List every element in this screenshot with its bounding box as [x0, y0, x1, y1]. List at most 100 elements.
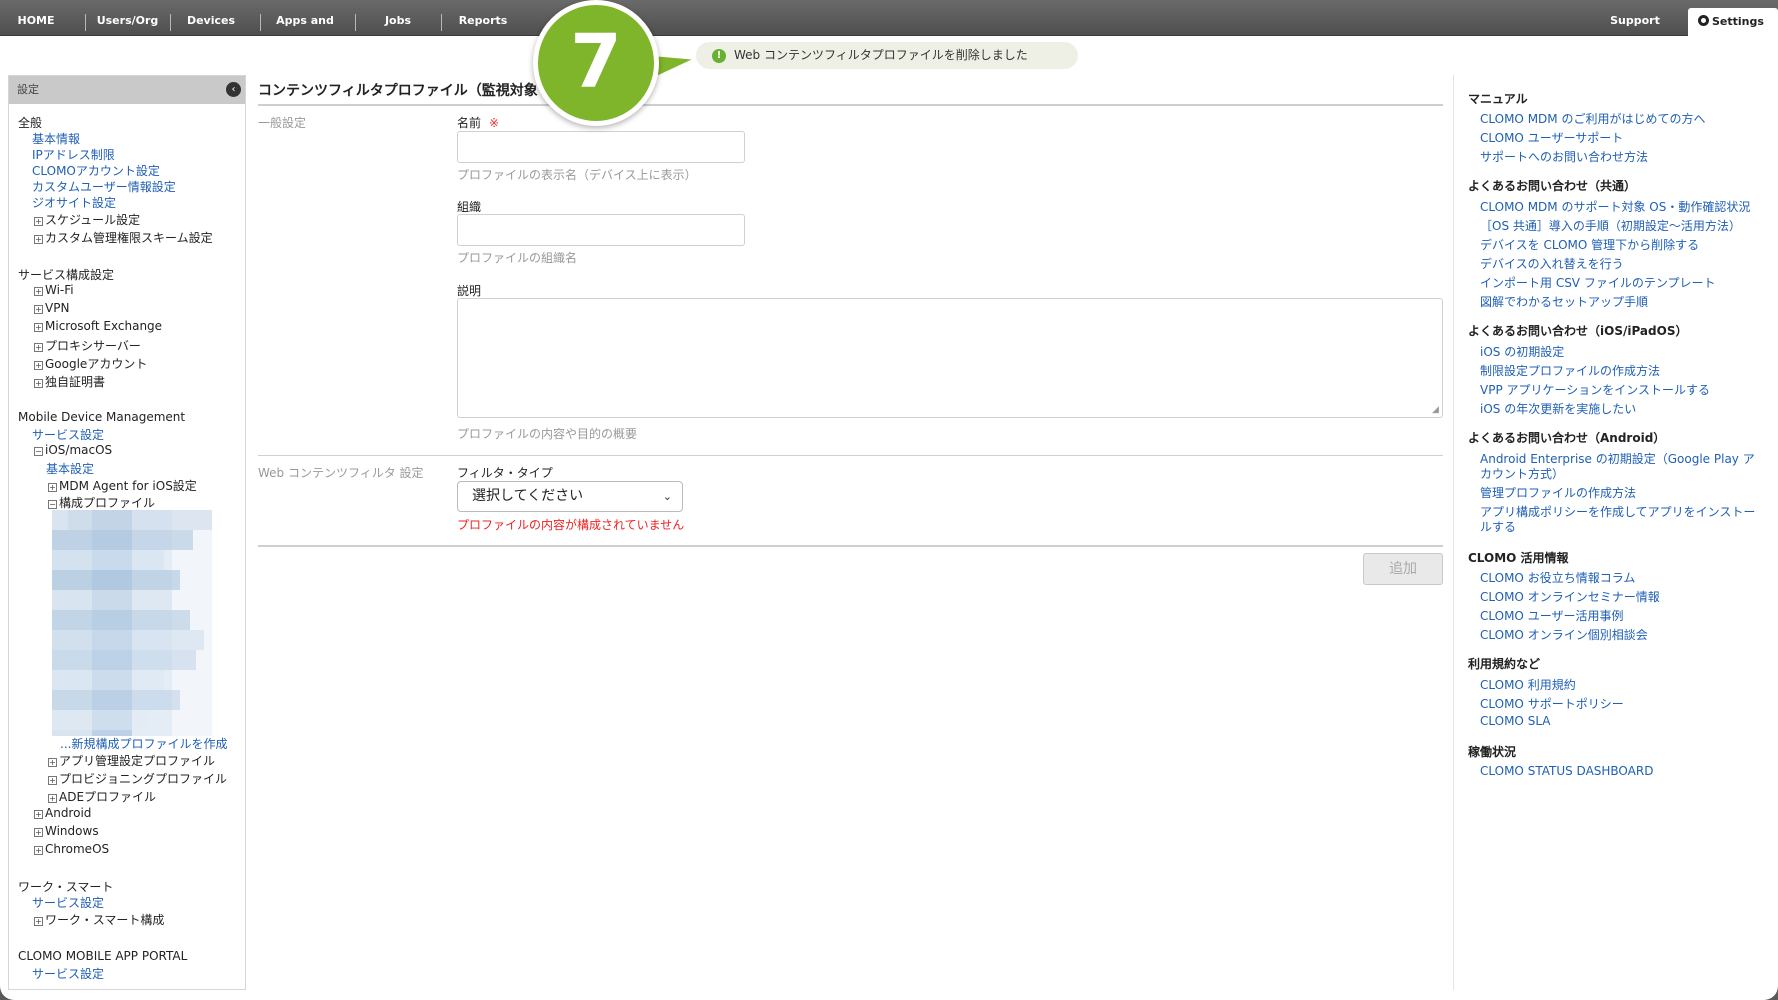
sidebar-item-mdm-agent[interactable]: + MDM Agent for iOS設定: [48, 477, 197, 494]
help-link[interactable]: CLOMO ユーザーサポート: [1480, 129, 1623, 146]
help-link[interactable]: CLOMO MDM のご利用がはじめての方へ: [1480, 110, 1705, 127]
nav-devices[interactable]: Devices: [175, 0, 247, 36]
sidebar-item-label: ワーク・スマート構成: [45, 913, 165, 927]
nav-settings-label: Settings: [1712, 15, 1764, 28]
sidebar-item-schedule[interactable]: + スケジュール設定: [34, 211, 140, 228]
sidebar-link-portal-service[interactable]: サービス設定: [32, 965, 104, 982]
expand-icon[interactable]: +: [34, 379, 43, 388]
sidebar-link-mdm-service[interactable]: サービス設定: [32, 426, 104, 443]
help-link[interactable]: インポート用 CSV ファイルのテンプレート: [1480, 274, 1715, 291]
sidebar-link-geosite[interactable]: ジオサイト設定: [32, 194, 116, 211]
help-link[interactable]: 管理プロファイルの作成方法: [1480, 484, 1636, 501]
help-link[interactable]: CLOMO サポートポリシー: [1480, 695, 1624, 712]
collapse-icon[interactable]: −: [34, 447, 43, 456]
help-heading-clomo-info: CLOMO 活用情報: [1468, 551, 1569, 565]
collapse-sidebar-icon[interactable]: ‹: [226, 82, 241, 97]
add-button[interactable]: 追加: [1363, 553, 1443, 585]
expand-icon[interactable]: +: [34, 810, 43, 819]
sidebar-item-google-account[interactable]: + Googleアカウント: [34, 355, 147, 372]
sidebar-link-custom-user-info[interactable]: カスタムユーザー情報設定: [32, 178, 176, 195]
sidebar-link-basic-info[interactable]: 基本情報: [32, 130, 80, 147]
expand-icon[interactable]: +: [48, 483, 57, 492]
help-link[interactable]: ルする: [1480, 518, 1516, 535]
sidebar-item-wifi[interactable]: + Wi-Fi: [34, 283, 74, 297]
sidebar-link-work-service[interactable]: サービス設定: [32, 894, 104, 911]
description-textarea[interactable]: [457, 298, 1443, 418]
help-link[interactable]: 図解でわかるセットアップ手順: [1480, 293, 1648, 310]
nav-separator: [355, 14, 356, 31]
filter-type-select[interactable]: 選択してください ⌄: [457, 481, 683, 512]
expand-icon[interactable]: +: [34, 287, 43, 296]
help-link[interactable]: アプリ構成ポリシーを作成してアプリをインストー: [1480, 503, 1755, 520]
sidebar-item-label: カスタム管理権限スキーム設定: [45, 231, 213, 245]
help-link[interactable]: 制限設定プロファイルの作成方法: [1480, 362, 1660, 379]
help-link[interactable]: CLOMO ユーザー活用事例: [1480, 607, 1623, 624]
resize-handle-icon[interactable]: ◢: [1432, 405, 1439, 415]
help-link[interactable]: CLOMO オンライン個別相談会: [1480, 626, 1648, 643]
expand-icon[interactable]: +: [34, 917, 43, 926]
help-link[interactable]: デバイスの入れ替えを行う: [1480, 255, 1624, 272]
name-input[interactable]: [457, 131, 745, 163]
help-link[interactable]: iOS の初期設定: [1480, 343, 1564, 360]
expand-icon[interactable]: +: [48, 758, 57, 767]
nav-jobs[interactable]: Jobs: [360, 0, 436, 36]
filter-type-label: フィルタ・タイプ: [457, 466, 553, 480]
sidebar-item-windows[interactable]: + Windows: [34, 824, 99, 838]
sidebar-item-chromeos[interactable]: + ChromeOS: [34, 842, 109, 856]
expand-icon[interactable]: +: [34, 846, 43, 855]
sidebar-item-proxy[interactable]: + プロキシサーバー: [34, 337, 141, 354]
sidebar-item-android[interactable]: + Android: [34, 806, 91, 820]
org-input[interactable]: [457, 214, 745, 246]
sidebar-item-work-smart-config[interactable]: + ワーク・スマート構成: [34, 911, 164, 928]
sidebar-item-provisioning-profile[interactable]: + プロビジョニングプロファイル: [48, 770, 227, 787]
nav-apps-and-books[interactable]: Apps and Books: [262, 0, 348, 69]
sidebar-item-app-config-profile[interactable]: + アプリ管理設定プロファイル: [48, 752, 215, 769]
help-link[interactable]: カウント方式）: [1480, 465, 1564, 482]
collapse-icon[interactable]: −: [48, 500, 57, 509]
expand-icon[interactable]: +: [34, 361, 43, 370]
help-link[interactable]: CLOMO オンラインセミナー情報: [1480, 588, 1660, 605]
nav-settings-tab[interactable]: Settings: [1688, 8, 1778, 36]
sidebar-item-label: プロビジョニングプロファイル: [59, 772, 228, 786]
expand-icon[interactable]: +: [34, 217, 43, 226]
help-link[interactable]: デバイスを CLOMO 管理下から削除する: [1480, 236, 1699, 253]
help-link[interactable]: iOS の年次更新を実施したい: [1480, 400, 1636, 417]
expand-icon[interactable]: +: [48, 776, 57, 785]
help-heading-faq-common: よくあるお問い合わせ（共通）: [1468, 179, 1637, 193]
sidebar-link-clomo-account[interactable]: CLOMOアカウント設定: [32, 162, 160, 179]
section-divider: [258, 455, 1443, 456]
expand-icon[interactable]: +: [34, 343, 43, 352]
sidebar-link-ip-restriction[interactable]: IPアドレス制限: [32, 146, 115, 163]
sidebar-heading-portal: CLOMO MOBILE APP PORTAL: [18, 949, 188, 963]
help-link[interactable]: CLOMO MDM のサポート対象 OS・動作確認状況: [1480, 198, 1750, 215]
sidebar-item-ade-profile[interactable]: + ADEプロファイル: [48, 788, 156, 805]
help-link[interactable]: CLOMO SLA: [1480, 714, 1550, 728]
sidebar-link-basic-settings[interactable]: 基本設定: [46, 460, 94, 477]
expand-icon[interactable]: +: [34, 305, 43, 314]
nav-users-org[interactable]: Users/Org: [90, 0, 165, 36]
form-bottom-divider: [258, 545, 1443, 547]
sidebar-item-config-profile[interactable]: − 構成プロファイル: [48, 494, 155, 511]
nav-support[interactable]: Support: [1605, 0, 1665, 36]
sidebar-item-label: アプリ管理設定プロファイル: [59, 754, 216, 768]
help-link[interactable]: サポートへのお問い合わせ方法: [1480, 148, 1648, 165]
nav-home[interactable]: HOME: [10, 0, 62, 36]
sidebar-item-label: iOS/macOS: [45, 443, 113, 457]
sidebar-link-new-profile[interactable]: ...新規構成プロファイルを作成: [60, 735, 227, 752]
expand-icon[interactable]: +: [48, 794, 57, 803]
sidebar-item-ios-macos[interactable]: − iOS/macOS: [34, 443, 112, 457]
expand-icon[interactable]: +: [34, 828, 43, 837]
help-link[interactable]: CLOMO 利用規約: [1480, 676, 1576, 693]
help-link[interactable]: CLOMO お役立ち情報コラム: [1480, 569, 1635, 586]
nav-reports[interactable]: Reports: [446, 0, 520, 36]
expand-icon[interactable]: +: [34, 323, 43, 332]
help-link[interactable]: CLOMO STATUS DASHBOARD: [1480, 764, 1653, 778]
sidebar-item-vpn[interactable]: + VPN: [34, 301, 69, 315]
help-link[interactable]: VPP アプリケーションをインストールする: [1480, 381, 1710, 398]
sidebar-item-certificate[interactable]: + 独自証明書: [34, 373, 105, 390]
expand-icon[interactable]: +: [34, 235, 43, 244]
description-hint: プロファイルの内容や目的の概要: [457, 427, 638, 441]
help-link[interactable]: ［OS 共通］導入の手順（初期設定〜活用方法）: [1480, 217, 1741, 234]
sidebar-item-exchange[interactable]: + Microsoft Exchange: [34, 319, 162, 333]
sidebar-item-custom-permission[interactable]: + カスタム管理権限スキーム設定: [34, 229, 213, 246]
